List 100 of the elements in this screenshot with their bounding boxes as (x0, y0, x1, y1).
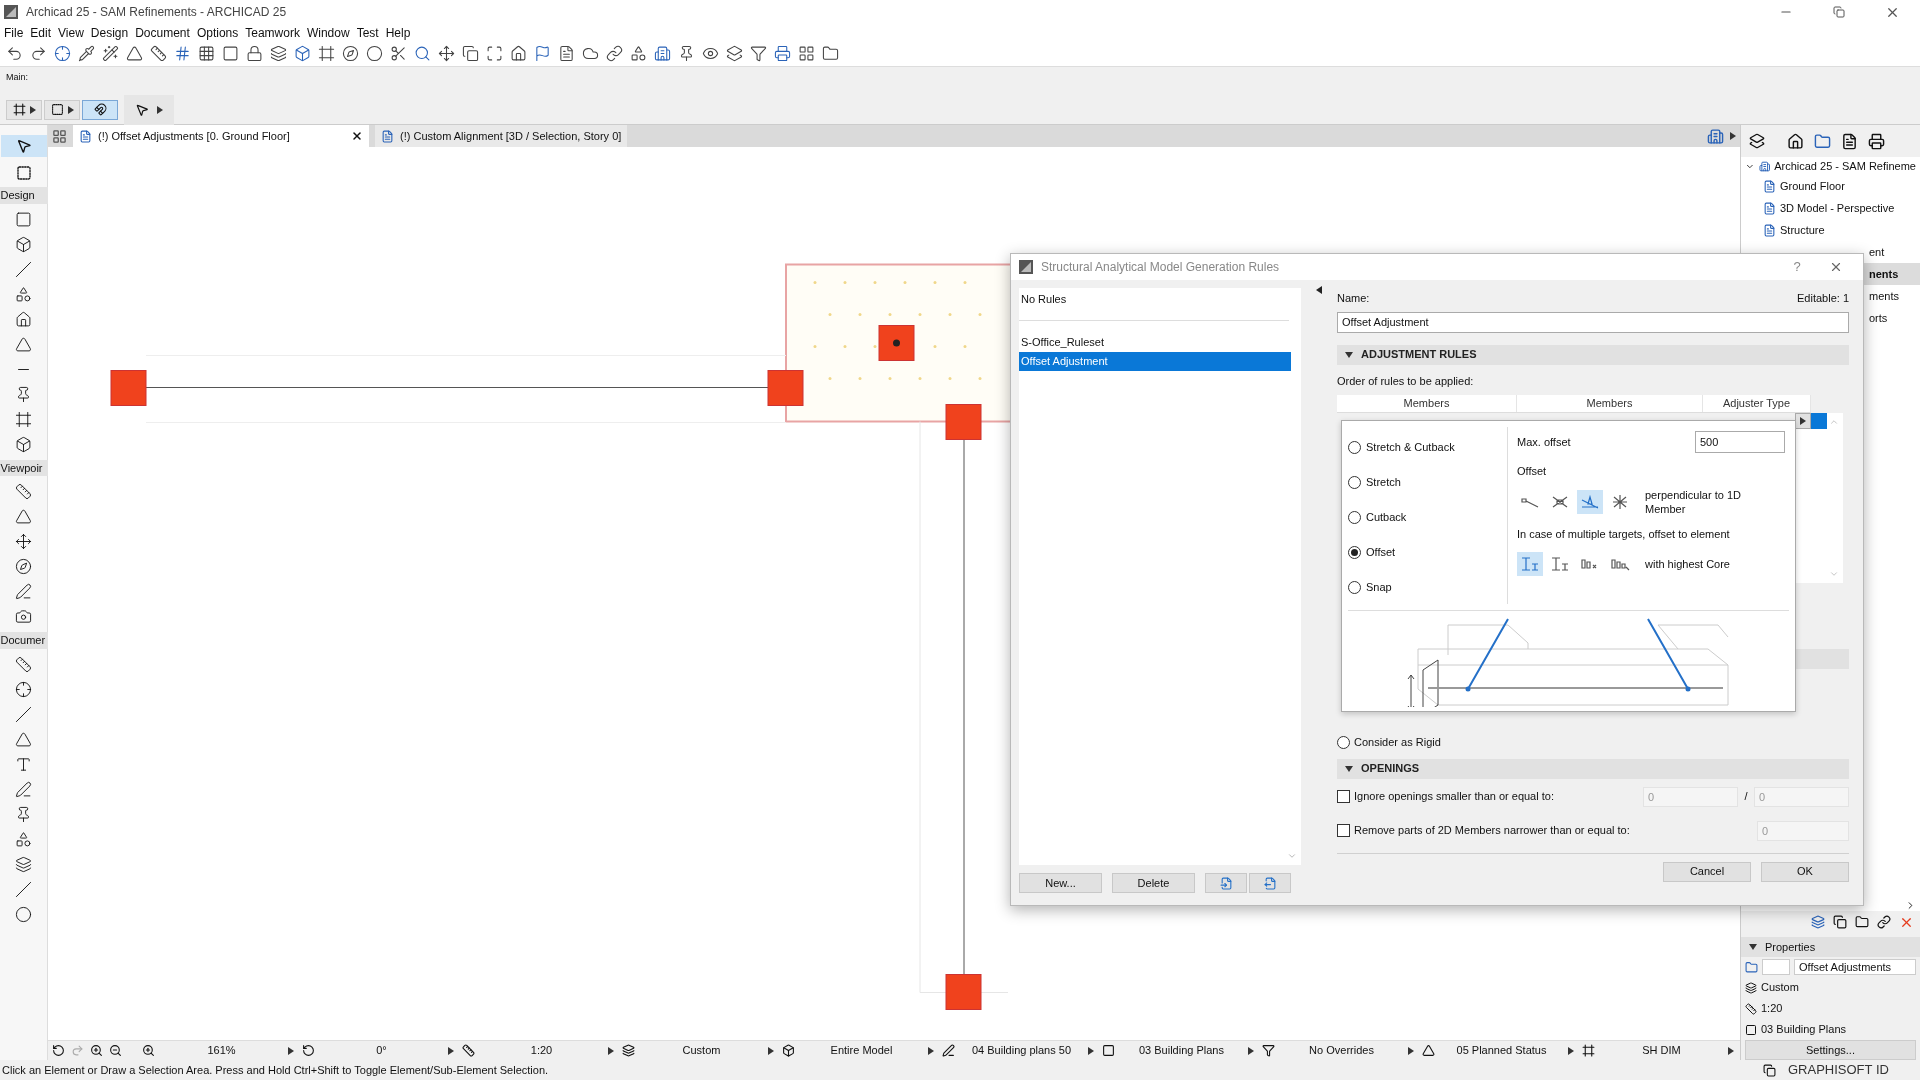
text-tool-icon[interactable] (15, 755, 32, 773)
frame-icon[interactable] (318, 45, 335, 62)
rotate-icon[interactable] (302, 1044, 315, 1057)
undo-icon[interactable] (6, 45, 23, 62)
settings-button[interactable]: Settings... (1745, 1040, 1916, 1060)
circle-tool-icon[interactable] (15, 905, 32, 923)
maximize-icon[interactable] (486, 45, 503, 62)
building-icon[interactable] (654, 45, 671, 62)
expand-button[interactable] (1795, 413, 1811, 429)
document-icon[interactable] (1841, 132, 1858, 150)
view-name-field[interactable]: Offset Adjustments (1794, 959, 1916, 975)
menu-item[interactable]: Teamwork (245, 23, 300, 42)
marquee-tool-icon[interactable] (15, 165, 32, 181)
status-bar-field[interactable]: 1:20 (479, 1042, 604, 1059)
grid-icon[interactable] (198, 45, 215, 62)
close-icon[interactable] (1829, 260, 1843, 274)
compass-icon[interactable] (342, 45, 359, 62)
menu-item[interactable]: File (4, 23, 24, 42)
move-icon[interactable] (438, 45, 455, 62)
layout-icon[interactable] (798, 45, 815, 62)
status-bar-field[interactable]: Custom (639, 1042, 764, 1059)
offset-mode-button[interactable] (1577, 489, 1603, 514)
cloud-icon[interactable] (582, 45, 599, 62)
layers-icon[interactable] (270, 45, 287, 62)
status-bar-field[interactable]: 0° (319, 1042, 444, 1059)
radio-button[interactable] (1337, 735, 1350, 749)
zoom-in-icon[interactable] (90, 1044, 103, 1057)
new-button[interactable]: New... (1019, 873, 1102, 893)
tree-item[interactable]: Archicad 25 - SAM Refineme (1774, 157, 1916, 175)
filter-icon[interactable] (1262, 1044, 1275, 1057)
id-field[interactable] (1762, 959, 1790, 975)
radio-button[interactable] (1348, 546, 1361, 559)
grid-icon[interactable] (174, 45, 191, 62)
tree-item[interactable]: Ground Floor (1780, 177, 1845, 195)
view-tab[interactable]: (!) Offset Adjustments [0. Ground Floor] (73, 125, 369, 147)
toolbar-button[interactable] (6, 99, 42, 120)
circle-icon[interactable] (366, 45, 383, 62)
ruler-icon[interactable] (150, 45, 167, 62)
tree-item[interactable]: Structure (1780, 221, 1825, 239)
shapes-icon[interactable] (630, 45, 647, 62)
magnet-button[interactable] (82, 99, 118, 120)
box-icon[interactable] (782, 1044, 795, 1057)
menu-item[interactable]: Test (356, 23, 379, 42)
flag-icon[interactable] (534, 45, 551, 62)
link-icon[interactable] (1877, 915, 1891, 929)
square-icon[interactable] (222, 45, 239, 62)
menu-item[interactable]: Window (306, 23, 350, 42)
toolbar-button[interactable] (124, 94, 174, 125)
ruleset-item[interactable]: Offset Adjustment (1019, 352, 1291, 371)
lock-icon[interactable] (246, 45, 263, 62)
printer-icon[interactable] (1868, 132, 1885, 150)
wand-icon[interactable] (102, 45, 119, 62)
triangle-icon[interactable] (1422, 1044, 1435, 1057)
status-bar-field[interactable]: No Overrides (1279, 1042, 1404, 1059)
search-icon[interactable] (414, 45, 431, 62)
folder-icon[interactable] (1855, 915, 1869, 929)
ruleset-item[interactable]: S-Office_Ruleset (1019, 333, 1291, 352)
compass-icon[interactable] (15, 558, 32, 575)
tree-item[interactable]: orts (1869, 309, 1888, 327)
folder-icon[interactable] (822, 45, 839, 62)
tab-overview-icon[interactable] (52, 128, 67, 144)
radio-button[interactable] (1348, 581, 1361, 594)
zoom-icon[interactable] (142, 1044, 155, 1057)
radio-button[interactable] (1348, 511, 1361, 524)
house-icon[interactable] (1787, 132, 1804, 150)
layers-icon[interactable] (622, 1044, 635, 1057)
link-icon[interactable] (606, 45, 623, 62)
radio-button[interactable] (1348, 476, 1361, 489)
menu-item[interactable]: Design (90, 23, 129, 42)
graphisoft-id-link[interactable]: GRAPHISOFT ID (1788, 1060, 1918, 1080)
house-icon[interactable] (510, 45, 527, 62)
menu-item[interactable]: Document (135, 23, 190, 42)
camera-icon[interactable] (15, 608, 32, 625)
name-field[interactable]: Offset Adjustment (1337, 311, 1849, 333)
status-bar-field[interactable]: 05 Planned Status (1439, 1042, 1564, 1059)
menu-item[interactable]: View (58, 23, 84, 42)
copy-icon[interactable] (1833, 915, 1847, 929)
checkbox[interactable] (1337, 824, 1350, 837)
pen-icon[interactable] (942, 1044, 955, 1057)
scissors-icon[interactable] (390, 45, 407, 62)
building-icon[interactable] (1707, 127, 1724, 145)
status-bar-field[interactable]: 03 Building Plans (1119, 1042, 1244, 1059)
layers-icon[interactable] (726, 45, 743, 62)
section-header[interactable]: OPENINGS (1337, 758, 1849, 779)
eye-icon[interactable] (702, 45, 719, 62)
move-icon[interactable] (15, 533, 32, 550)
tree-item[interactable]: ments (1869, 287, 1899, 305)
max-offset-field[interactable]: 500 (1695, 431, 1785, 453)
select-tool[interactable] (0, 135, 47, 157)
cancel-button[interactable]: Cancel (1663, 861, 1751, 882)
line-tool-icon[interactable] (15, 880, 32, 898)
triangle-icon[interactable] (126, 45, 143, 62)
filter-icon[interactable] (750, 45, 767, 62)
properties-header[interactable]: Properties (1741, 937, 1920, 957)
restore-icon[interactable] (1833, 6, 1845, 18)
ok-button[interactable]: OK (1761, 861, 1849, 882)
eyedropper-icon[interactable] (78, 45, 95, 62)
radio-button[interactable] (1348, 441, 1361, 454)
menu-item[interactable]: Options (196, 23, 239, 42)
crosshair-icon[interactable] (54, 45, 71, 62)
